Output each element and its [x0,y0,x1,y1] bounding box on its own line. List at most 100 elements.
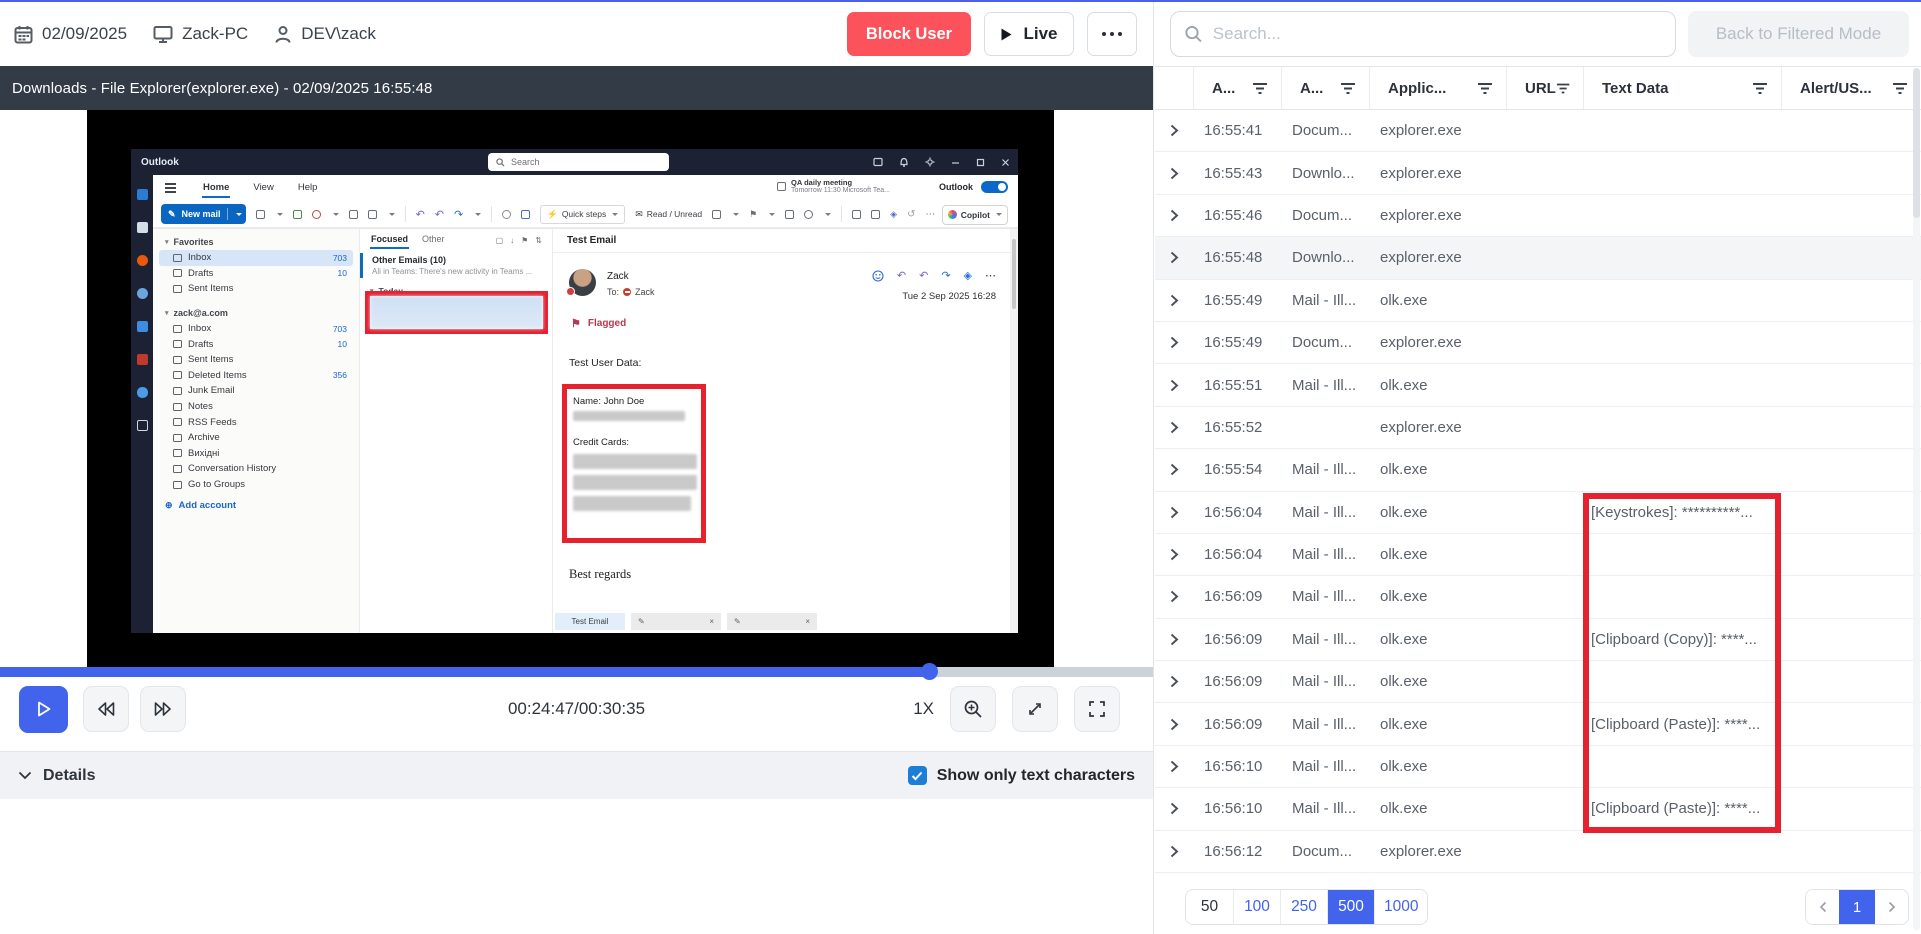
email-date: Tue 2 Sep 2025 16:28 [902,291,996,302]
row-expander-icon[interactable] [1170,336,1179,349]
folder-label: Junk Email [188,385,234,396]
playback-speed-button[interactable]: 1X [913,699,934,719]
table-row[interactable]: 16:56:10Mail - Ill...olk.exe[Clipboard (… [1155,788,1921,830]
cell-time: 16:56:09 [1193,716,1281,733]
cell-application: explorer.exe [1369,165,1506,182]
row-expander-icon[interactable] [1170,675,1179,688]
session-user-label: DEV\zack [301,24,376,44]
filter-icon[interactable] [1477,82,1493,95]
filter-icon[interactable] [1892,82,1908,95]
table-row[interactable]: 16:56:12Docum...explorer.exe [1155,831,1921,873]
table-row[interactable]: 16:55:54Mail - Ill...olk.exe [1155,449,1921,491]
table-scrollbar[interactable] [1913,68,1920,930]
filter-icon[interactable] [1252,82,1268,95]
folder-icon [173,285,182,293]
row-expander-icon[interactable] [1170,251,1179,264]
current-page-button[interactable]: 1 [1839,890,1875,924]
cell-time: 16:55:51 [1193,377,1281,394]
row-expander-icon[interactable] [1170,379,1179,392]
table-row[interactable]: 16:56:10Mail - Ill...olk.exe [1155,746,1921,788]
page-size-1000[interactable]: 1000 [1374,890,1427,924]
outlook-nav-item: Junk Email [153,383,359,399]
table-row[interactable]: 16:55:52explorer.exe [1155,407,1921,449]
row-expander-icon[interactable] [1170,760,1179,773]
row-expander-icon[interactable] [1170,845,1179,858]
column-label: Text Data [1602,80,1668,97]
filter-icon[interactable] [1556,82,1570,95]
row-expander-icon[interactable] [1170,802,1179,815]
cell-time: 16:55:48 [1193,249,1281,266]
filter-icon[interactable] [1340,82,1356,95]
live-button-label: Live [1023,24,1057,44]
chevron-right-icon [1888,901,1896,913]
cell-activity: Mail - Ill... [1281,758,1369,775]
text-only-checkbox[interactable] [908,766,927,785]
row-expander-icon[interactable] [1170,718,1179,731]
fast-forward-button[interactable] [140,686,186,732]
table-row[interactable]: 16:56:09Mail - Ill...olk.exe [1155,576,1921,618]
folder-label: Notes [188,401,213,412]
table-row[interactable]: 16:55:49Mail - Ill...olk.exe [1155,280,1921,322]
row-expander-icon[interactable] [1170,167,1179,180]
outlook-tab-home: Home [202,179,230,198]
table-row[interactable]: 16:56:09Mail - Ill...olk.exe[Clipboard (… [1155,703,1921,745]
page-size-50[interactable]: 50 [1186,890,1233,924]
draft-tab-active: Test Email [555,613,625,630]
recipient-name: Zack [635,287,655,297]
row-expander-icon[interactable] [1170,590,1179,603]
column-header: Text Data [1583,67,1781,109]
filter-icon[interactable] [1752,82,1768,95]
pencil-icon: ✎ [638,617,645,626]
row-expander-icon[interactable] [1170,633,1179,646]
play-button[interactable] [19,686,68,733]
cell-time: 16:55:46 [1193,207,1281,224]
zoom-in-button[interactable] [950,686,996,732]
table-row[interactable]: 16:55:49Docum...explorer.exe [1155,322,1921,364]
folder-icon [173,371,182,379]
table-row[interactable]: 16:55:43Downlo...explorer.exe [1155,152,1921,194]
table-row[interactable]: 16:56:09Mail - Ill...olk.exe[Clipboard (… [1155,619,1921,661]
table-row[interactable]: 16:55:51Mail - Ill...olk.exe [1155,364,1921,406]
message-list-tabs: FocusedOther ▢↓⚑⇅ [360,229,552,251]
table-row[interactable]: 16:55:48Downlo...explorer.exe [1155,237,1921,279]
prev-page-button[interactable] [1806,890,1839,924]
seek-bar[interactable] [0,667,1153,677]
undo-icon: ↺ [907,209,915,220]
search-input[interactable] [1213,24,1662,44]
row-expander-icon[interactable] [1170,209,1179,222]
details-toggle[interactable]: Details [18,767,95,785]
folder-label: Sent Items [188,354,233,365]
table-row[interactable]: 16:55:46Docum...explorer.exe [1155,195,1921,237]
row-expander-icon[interactable] [1170,124,1179,137]
block-user-button[interactable]: Block User [847,12,971,56]
more-options-button[interactable] [1087,12,1137,56]
folder-icon [173,418,182,426]
back-to-filtered-mode-button[interactable]: Back to Filtered Mode [1688,11,1909,57]
live-button[interactable]: Live [984,12,1074,56]
forward-icon: ↷ [941,269,950,282]
page-size-500[interactable]: 500 [1327,890,1374,924]
resize-button[interactable] [1012,686,1058,732]
fullscreen-button[interactable] [1074,686,1120,732]
cell-text-data: [Keystrokes]: **********... [1583,504,1781,521]
table-row[interactable]: 16:56:04Mail - Ill...olk.exe [1155,534,1921,576]
row-expander-icon[interactable] [1170,548,1179,561]
outlook-nav-item: Inbox703 [153,321,359,337]
table-row[interactable]: 16:55:41Docum...explorer.exe [1155,110,1921,152]
row-expander-icon[interactable] [1170,294,1179,307]
folder-icon [173,254,182,262]
page-size-100[interactable]: 100 [1233,890,1280,924]
row-expander-icon[interactable] [1170,463,1179,476]
email-subject: Test Email [553,229,1010,253]
session-player-pane: 02/09/2025 Zack-PC DEV\zack Block User L… [0,2,1154,934]
quick-steps-button: ⚡Quick steps [540,205,625,224]
details-label: Details [43,767,95,785]
check-icon [911,771,923,781]
row-expander-icon[interactable] [1170,506,1179,519]
table-row[interactable]: 16:56:04Mail - Ill...olk.exe[Keystrokes]… [1155,492,1921,534]
page-size-250[interactable]: 250 [1280,890,1327,924]
next-page-button[interactable] [1875,890,1908,924]
row-expander-icon[interactable] [1170,421,1179,434]
rewind-button[interactable] [83,686,129,732]
table-row[interactable]: 16:56:09Mail - Ill...olk.exe [1155,661,1921,703]
